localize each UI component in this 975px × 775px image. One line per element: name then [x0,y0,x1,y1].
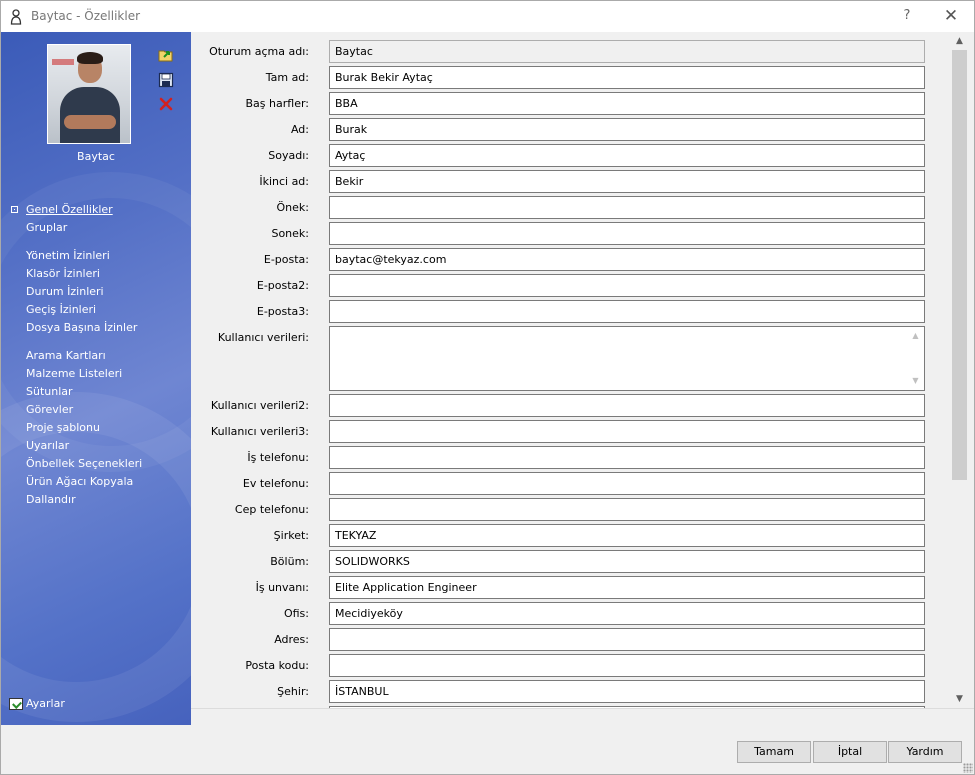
full-name-field[interactable]: Burak Bekir Aytaç [329,66,925,89]
nav-cache-options[interactable]: Önbellek Seçenekleri [26,457,142,470]
dialog-footer: Tamam İptal Yardım [191,708,974,774]
field-label: Sonek: [271,227,309,240]
active-nav-bullet [11,206,18,213]
window-title: Baytac - Özellikler [31,9,141,23]
user-data2-field[interactable] [329,394,925,417]
scroll-up-icon[interactable]: ▲ [954,36,965,46]
field-label: Şehir: [277,685,309,698]
nav-transition-permissions[interactable]: Geçiş İzinleri [26,303,96,316]
folder-arrow-icon[interactable] [158,47,174,63]
field-label: İkinci ad: [259,175,309,188]
field-label: Cep telefonu: [234,503,309,516]
email2-field[interactable] [329,274,925,297]
field-label: Oturum açma adı: [209,45,309,58]
user-data-textarea[interactable]: ▲ ▼ [329,326,925,391]
field-label: E-posta: [263,253,309,266]
nav-general-properties[interactable]: Genel Özellikler [26,203,113,216]
office-field[interactable]: Mecidiyeköy [329,602,925,625]
field-label: Şirket: [273,529,309,542]
nav-admin-permissions[interactable]: Yönetim İzinleri [26,249,110,262]
user-data3-field[interactable] [329,420,925,443]
scroll-down-icon[interactable]: ▼ [954,694,965,704]
field-label: Ev telefonu: [242,477,309,490]
nav-per-file-permissions[interactable]: Dosya Başına İzinler [26,321,137,334]
textarea-scrollbar[interactable]: ▲ ▼ [907,327,924,390]
city-field[interactable]: İSTANBUL [329,680,925,703]
first-name-field[interactable]: Burak [329,118,925,141]
help-button[interactable]: Yardım [888,741,962,763]
field-label: Kullanıcı verileri: [217,331,309,344]
field-label: Soyadı: [268,149,309,162]
last-name-field[interactable]: Aytaç [329,144,925,167]
nav-state-permissions[interactable]: Durum İzinleri [26,285,104,298]
delete-icon[interactable] [158,96,174,112]
help-title-button[interactable]: ? [898,6,916,26]
general-properties-form: Oturum açma adı: Baytac Tam ad: Burak Be… [191,32,951,708]
suffix-field[interactable] [329,222,925,245]
field-label: Kullanıcı verileri3: [210,425,309,438]
scroll-up-icon[interactable]: ▲ [911,331,920,340]
field-label: İş unvanı: [255,581,309,594]
address-field[interactable] [329,628,925,651]
nav-project-template[interactable]: Proje şablonu [26,421,100,434]
scroll-down-icon[interactable]: ▼ [911,376,920,385]
resize-grip-icon[interactable] [963,763,973,773]
field-label: Baş harfler: [245,97,309,110]
nav-branch[interactable]: Dallandır [26,493,76,506]
postal-code-field[interactable] [329,654,925,677]
work-phone-field[interactable] [329,446,925,469]
field-label: E-posta2: [256,279,309,292]
job-title-field[interactable]: Elite Application Engineer [329,576,925,599]
scroll-thumb[interactable] [952,50,967,480]
field-label: E-posta3: [256,305,309,318]
field-label: Ad: [290,123,309,136]
mobile-phone-field[interactable] [329,498,925,521]
avatar [47,44,131,144]
save-icon[interactable] [158,72,174,88]
title-bar: Baytac - Özellikler ? ✕ [1,1,974,32]
email-field[interactable]: baytac@tekyaz.com [329,248,925,271]
nav-columns[interactable]: Sütunlar [26,385,73,398]
nav-groups[interactable]: Gruplar [26,221,67,234]
email3-field[interactable] [329,300,925,323]
home-phone-field[interactable] [329,472,925,495]
field-label: Kullanıcı verileri2: [210,399,309,412]
nav-copy-tree[interactable]: Ürün Ağacı Kopyala [26,475,133,488]
field-label: Posta kodu: [245,659,309,672]
field-label: Bölüm: [270,555,309,568]
middle-name-field[interactable]: Bekir [329,170,925,193]
settings-link[interactable]: Ayarlar [26,697,65,710]
department-field[interactable]: SOLIDWORKS [329,550,925,573]
nav-warnings[interactable]: Uyarılar [26,439,69,452]
login-name-field: Baytac [329,40,925,63]
user-icon [10,9,22,25]
field-label: Adres: [274,633,309,646]
initials-field[interactable]: BBA [329,92,925,115]
user-name: Baytac [77,150,115,163]
field-label: Ofis: [283,607,309,620]
close-button[interactable]: ✕ [939,5,963,27]
nav-search-cards[interactable]: Arama Kartları [26,349,106,362]
form-scrollbar[interactable]: ▲ ▼ [951,32,968,708]
ok-button[interactable]: Tamam [737,741,811,763]
field-label: Önek: [276,201,309,214]
properties-window: Baytac - Özellikler ? ✕ Baytac Genel Öze… [0,0,975,775]
prefix-field[interactable] [329,196,925,219]
nav-folder-permissions[interactable]: Klasör İzinleri [26,267,100,280]
sidebar: Baytac Genel Özellikler Gruplar Yönetim … [1,32,191,725]
cancel-button[interactable]: İptal [813,741,887,763]
field-label: Tam ad: [265,71,309,84]
company-field[interactable]: TEKYAZ [329,524,925,547]
nav-tasks[interactable]: Görevler [26,403,73,416]
field-label: İş telefonu: [247,451,309,464]
nav-bill-of-materials[interactable]: Malzeme Listeleri [26,367,122,380]
settings-icon[interactable] [9,698,23,710]
